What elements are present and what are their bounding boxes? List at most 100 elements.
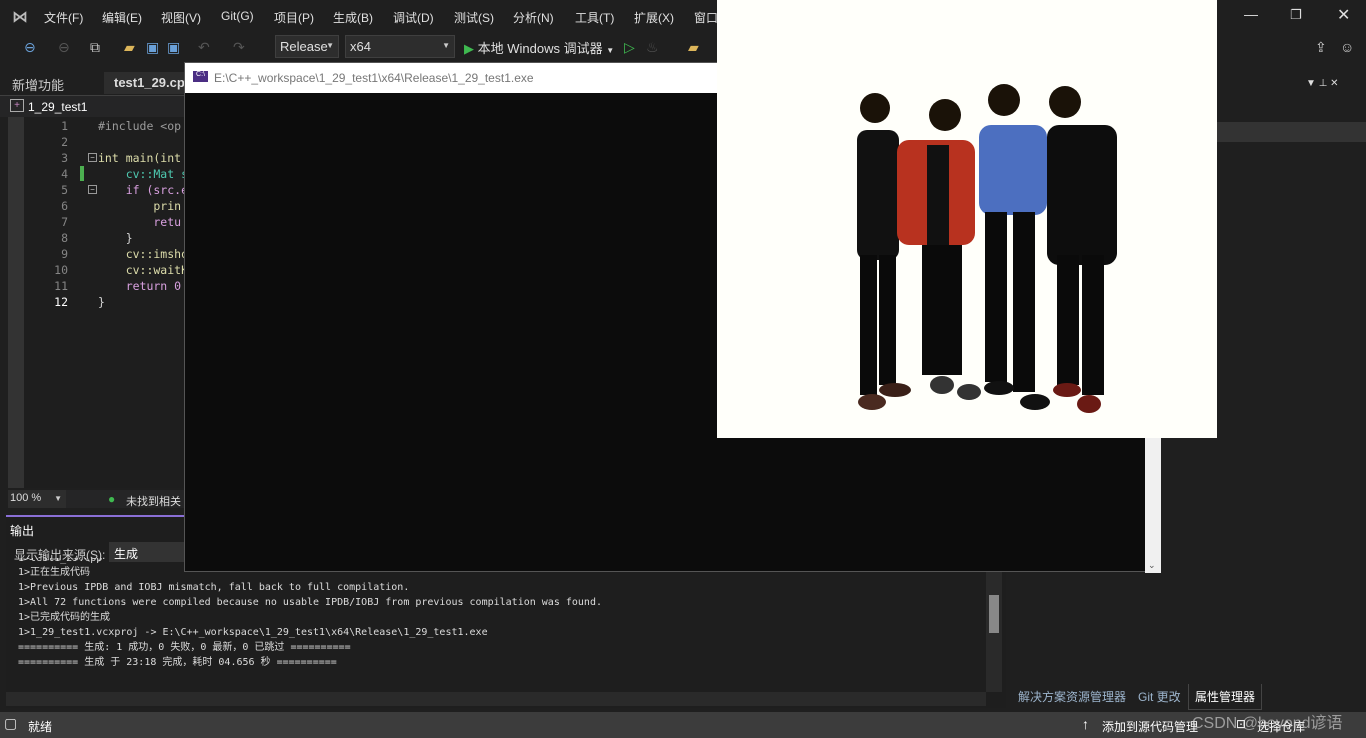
hot-reload-icon[interactable]: ♨: [646, 39, 659, 56]
code-line: cv::waitK: [98, 263, 189, 277]
line-number: 10: [54, 263, 68, 277]
menu-window[interactable]: 窗口: [694, 9, 718, 26]
collapse-icon[interactable]: −: [88, 153, 97, 162]
menu-debug[interactable]: 调试(D): [393, 9, 434, 26]
person-4: [1047, 86, 1117, 413]
project-icon: +: [10, 99, 24, 112]
menu-edit[interactable]: 编辑(E): [102, 9, 142, 26]
menu-extensions[interactable]: 扩展(X): [634, 9, 674, 26]
person-1: [857, 93, 911, 410]
tab-property-manager[interactable]: 属性管理器: [1188, 684, 1263, 710]
line-number: 12: [54, 295, 68, 309]
maximize-button[interactable]: ❐: [1290, 7, 1302, 23]
start-without-debugging-icon[interactable]: ▷: [624, 39, 635, 56]
line-number: 7: [61, 215, 68, 229]
menu-analyze[interactable]: 分析(N): [513, 9, 554, 26]
save-all-icon[interactable]: ▣: [167, 39, 180, 56]
code-line: return 0: [98, 279, 182, 293]
platform-value: x64: [350, 39, 371, 54]
status-ready: 就绪: [28, 720, 53, 734]
output-line: ========== 生成: 1 成功，0 失败，0 最新，0 已跳过 ====…: [18, 642, 351, 653]
chevron-down-icon: ▼: [326, 41, 334, 50]
output-vertical-scrollbar[interactable]: [986, 567, 1002, 692]
line-number: 6: [61, 199, 68, 213]
configuration-value: Release: [280, 39, 328, 54]
menu-project[interactable]: 项目(P): [274, 9, 314, 26]
panel-menu-icon[interactable]: ▼ ⊥ ✕: [1306, 78, 1339, 89]
close-button[interactable]: ✕: [1337, 5, 1350, 25]
issues-status[interactable]: 未找到相关: [126, 493, 181, 509]
tab-solution-explorer[interactable]: 解决方案资源管理器: [1018, 688, 1126, 705]
change-marker: [80, 166, 84, 181]
console-title: E:\C++_workspace\1_29_test1\x64\Release\…: [214, 71, 534, 85]
open-folder-icon[interactable]: ▰: [124, 39, 135, 56]
collapse-icon[interactable]: −: [88, 185, 97, 194]
menu-file[interactable]: 文件(F): [44, 9, 83, 26]
menu-view[interactable]: 视图(V): [161, 9, 201, 26]
line-number: 9: [61, 247, 68, 261]
output-horizontal-scrollbar[interactable]: [6, 692, 986, 706]
status-bar: ▢ 就绪 ↑ 添加到源代码管理 ⊡ 选择仓库 CSDN @beyond谚语: [0, 712, 1366, 738]
output-title: 输出: [10, 524, 35, 538]
share-icon[interactable]: ⇪: [1315, 39, 1327, 56]
menu-tools[interactable]: 工具(T): [575, 9, 614, 26]
minimize-button[interactable]: —: [1244, 6, 1258, 22]
check-icon: ●: [108, 492, 116, 506]
vs-logo-icon: ⋈: [12, 9, 28, 26]
forward-icon[interactable]: ⊖: [58, 39, 70, 56]
arrow-up-icon: ↑: [1082, 716, 1089, 732]
output-text[interactable]: 1>test1_29.cpp 1>正在生成代码 1>Previous IPDB an…: [18, 558, 978, 688]
project-name[interactable]: 1_29_test1: [28, 100, 87, 114]
code-line: cv::Mat s: [98, 167, 189, 181]
menu-build[interactable]: 生成(B): [333, 9, 373, 26]
line-numbers: 1 2 3 4 5 6 7 8 9 10 11 12: [30, 118, 68, 310]
line-number: 2: [61, 135, 68, 149]
code-line: }: [98, 231, 133, 245]
account-icon[interactable]: ☺: [1340, 39, 1354, 55]
line-number: 3: [61, 151, 68, 165]
notification-icon: ▢: [4, 715, 18, 731]
menu-git[interactable]: Git(G): [221, 9, 254, 23]
code-line: if (src.e: [98, 183, 189, 197]
code-line: int main(int: [98, 151, 182, 165]
configuration-select[interactable]: Release ▼: [275, 35, 339, 58]
code-text[interactable]: #include <opint main(int cv::Mat s if (s…: [98, 118, 188, 310]
selected-row[interactable]: [1216, 122, 1366, 142]
save-icon[interactable]: ▣: [146, 39, 159, 56]
output-line: 1>Previous IPDB and IOBJ mismatch, fall …: [18, 582, 410, 593]
code-line: retu: [98, 215, 182, 229]
code-editor[interactable]: 1 2 3 4 5 6 7 8 9 10 11 12 − − #include <op int main…: [8, 117, 188, 488]
person-2: [897, 99, 981, 400]
panel-tabs: 解决方案资源管理器 Git 更改 属性管理器: [1012, 684, 1366, 710]
start-debugging-button[interactable]: ▶ 本地 Windows 调试器 ▼: [464, 38, 614, 57]
tab-test1-29-cpp[interactable]: test1_29.cpp: [104, 72, 194, 94]
watermark: CSDN @beyond谚语: [1192, 715, 1343, 732]
run-label: 本地 Windows 调试器: [477, 41, 603, 56]
menu-test[interactable]: 测试(S): [454, 9, 494, 26]
back-icon[interactable]: ⊖: [24, 39, 36, 56]
platform-select[interactable]: x64 ▼: [345, 35, 455, 58]
line-number: 11: [54, 279, 68, 293]
play-icon: ▶: [464, 41, 474, 56]
chevron-down-icon: ▼: [442, 41, 450, 50]
console-icon: C:\: [193, 71, 208, 82]
add-to-source-control-button[interactable]: 添加到源代码管理: [1102, 718, 1198, 735]
code-line: #include <op: [98, 119, 182, 133]
undo-icon[interactable]: ↶: [198, 39, 210, 56]
tab-whats-new[interactable]: 新增功能: [2, 72, 74, 94]
output-line: ========== 生成 于 23:18 完成，耗时 04.656 秒 ===…: [18, 657, 337, 668]
redo-icon[interactable]: ↷: [233, 39, 245, 56]
zoom-select[interactable]: 100 % ▼: [8, 490, 66, 508]
code-line: }: [98, 295, 105, 309]
navigation-bar: + 1_29_test1: [0, 95, 190, 117]
band-photo: [857, 84, 1117, 413]
editor-margin: [8, 117, 24, 488]
find-in-files-icon[interactable]: ▰: [688, 39, 699, 56]
output-line: 1>已完成代码的生成: [18, 612, 111, 623]
person-3: [979, 84, 1050, 410]
new-item-icon[interactable]: ⧉: [90, 39, 100, 56]
line-number: 1: [61, 119, 68, 133]
tab-git-changes[interactable]: Git 更改: [1138, 688, 1181, 705]
code-line: cv::imsho: [98, 247, 189, 261]
